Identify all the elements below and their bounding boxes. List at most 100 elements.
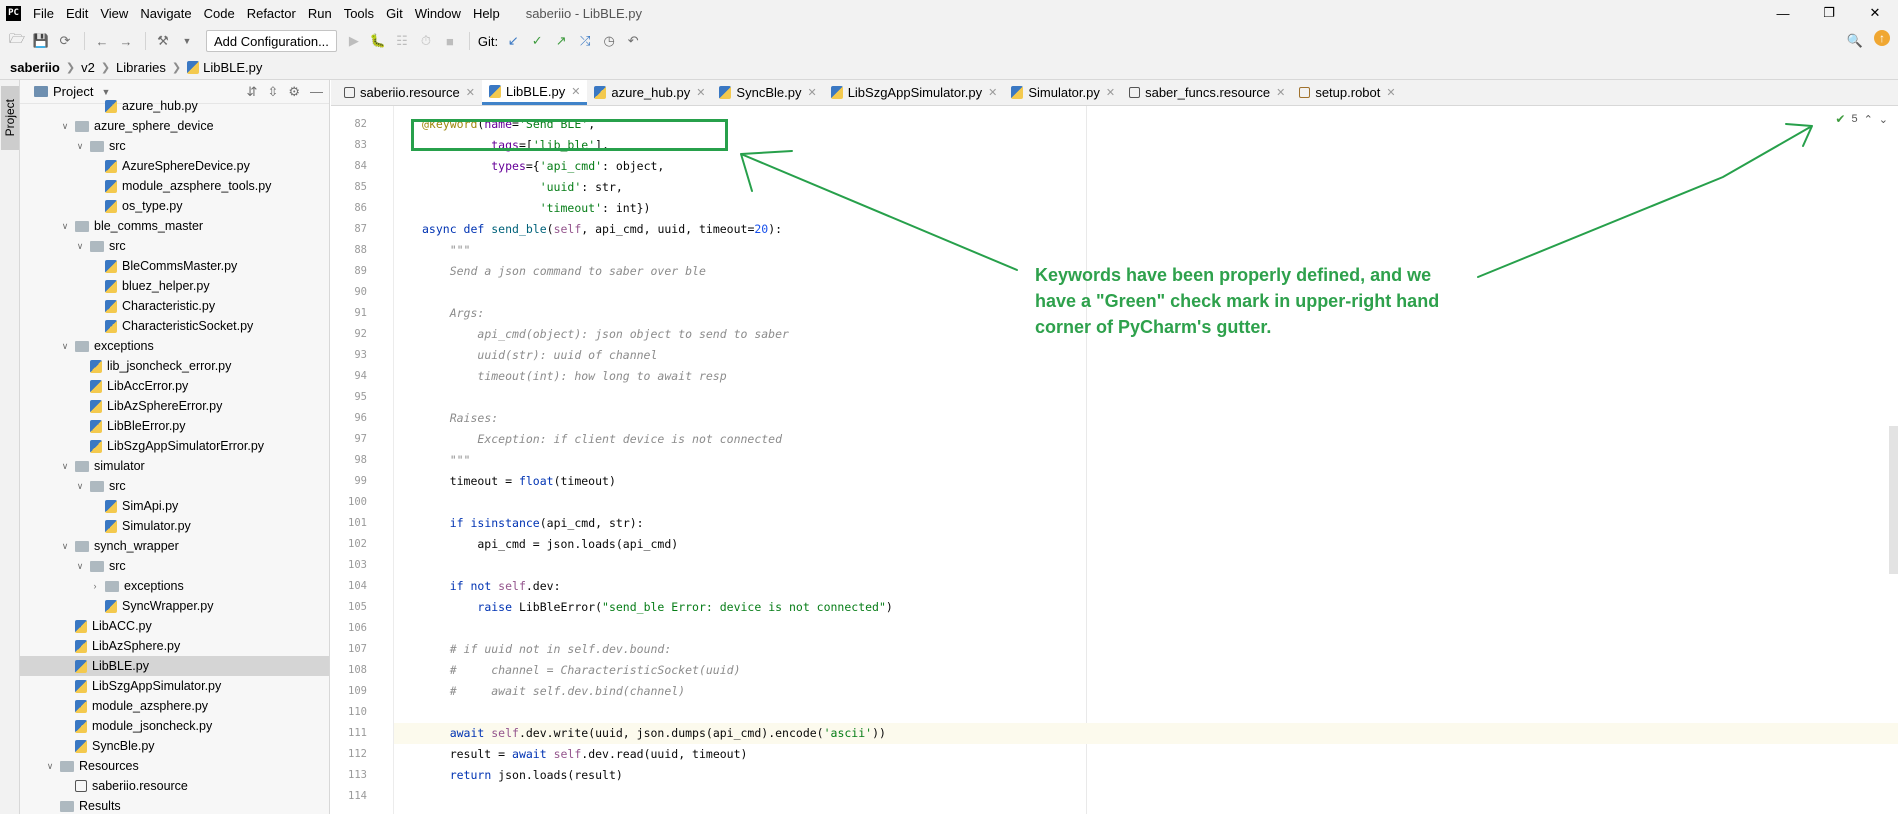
close-tab-icon[interactable]: ✕ (696, 86, 705, 99)
tree-file[interactable]: Characteristic.py (20, 296, 329, 316)
tree-file[interactable]: LibAzSphere.py (20, 636, 329, 656)
tree-file[interactable]: module_azsphere_tools.py (20, 176, 329, 196)
code-line[interactable]: # channel = CharacteristicSocket(uuid) (394, 660, 1898, 681)
code-line[interactable] (394, 702, 1898, 723)
code-line[interactable] (394, 387, 1898, 408)
menu-tools[interactable]: Tools (338, 6, 380, 21)
vertical-scrollbar[interactable] (1889, 426, 1898, 574)
coverage-icon[interactable]: ☷ (391, 30, 413, 52)
editor-tab[interactable]: azure_hub.py ✕ (587, 80, 712, 105)
code-line[interactable]: # if uuid not in self.dev.bound: (394, 639, 1898, 660)
tree-file[interactable]: SyncBle.py (20, 736, 329, 756)
close-tab-icon[interactable]: ✕ (988, 86, 997, 99)
code-line[interactable] (394, 618, 1898, 639)
ide-update-icon[interactable]: ↑ (1874, 30, 1890, 46)
code-area[interactable]: @keyword(name='Send BLE', tags=['lib_ble… (394, 106, 1898, 814)
menu-view[interactable]: View (94, 6, 134, 21)
breadcrumb-folder-v2[interactable]: v2 (81, 60, 95, 75)
code-line[interactable]: api_cmd = json.loads(api_cmd) (394, 534, 1898, 555)
menu-navigate[interactable]: Navigate (134, 6, 197, 21)
tree-file[interactable]: LibACC.py (20, 616, 329, 636)
tree-folder[interactable]: ∨ azure_sphere_device (20, 116, 329, 136)
chevron-down-icon[interactable]: ∨ (74, 241, 86, 252)
code-line[interactable] (394, 786, 1898, 807)
chevron-down-icon[interactable]: ∨ (74, 561, 86, 572)
tree-file[interactable]: bluez_helper.py (20, 276, 329, 296)
tree-file[interactable]: Simulator.py (20, 516, 329, 536)
tree-file[interactable]: CharacteristicSocket.py (20, 316, 329, 336)
tree-folder[interactable]: Results (20, 796, 329, 814)
chevron-down-icon[interactable]: ∨ (59, 221, 71, 232)
code-line[interactable] (394, 555, 1898, 576)
menu-code[interactable]: Code (198, 6, 241, 21)
tree-folder[interactable]: ∨ ble_comms_master (20, 216, 329, 236)
git-commit-icon[interactable]: ✓ (526, 30, 548, 52)
chevron-up-icon[interactable]: ⌃ (1864, 113, 1873, 126)
git-update-icon[interactable]: ↙ (502, 30, 524, 52)
code-line[interactable]: """ (394, 240, 1898, 261)
tree-folder[interactable]: ∨ synch_wrapper (20, 536, 329, 556)
breadcrumb-file[interactable]: LibBLE.py (203, 60, 262, 75)
tree-folder[interactable]: ∨ simulator (20, 456, 329, 476)
tree-file[interactable]: BleCommsMaster.py (20, 256, 329, 276)
editor-tab[interactable]: Simulator.py ✕ (1004, 80, 1122, 105)
build-icon[interactable]: ⚒ (152, 30, 174, 52)
tree-folder[interactable]: ∨ Resources (20, 756, 329, 776)
save-all-icon[interactable]: 💾 (30, 30, 52, 52)
tree-file[interactable]: LibSzgAppSimulatorError.py (20, 436, 329, 456)
code-line[interactable]: timeout = float(timeout) (394, 471, 1898, 492)
editor-tab[interactable]: LibBLE.py ✕ (481, 80, 588, 105)
tree-file[interactable]: LibAzSphereError.py (20, 396, 329, 416)
run-icon[interactable]: ▶ (343, 30, 365, 52)
forward-arrow-icon[interactable]: → (115, 30, 137, 52)
project-tool-window-button[interactable]: Project (1, 86, 19, 150)
git-push-icon[interactable]: ↗ (550, 30, 572, 52)
add-configuration-button[interactable]: Add Configuration... (206, 30, 337, 52)
chevron-down-icon[interactable]: ∨ (44, 761, 56, 772)
breadcrumb-project[interactable]: saberiio (10, 60, 60, 75)
tree-folder[interactable]: ∨ src (20, 136, 329, 156)
tree-file[interactable]: module_jsoncheck.py (20, 716, 329, 736)
menu-git[interactable]: Git (380, 6, 409, 21)
tree-file[interactable]: LibBleError.py (20, 416, 329, 436)
editor-tab[interactable]: setup.robot ✕ (1292, 80, 1402, 105)
code-line[interactable] (394, 106, 1898, 114)
close-tab-icon[interactable]: ✕ (1386, 86, 1395, 99)
tree-file[interactable]: AzureSphereDevice.py (20, 156, 329, 176)
tree-folder[interactable]: ∨ src (20, 236, 329, 256)
code-line[interactable]: raise LibBleError("send_ble Error: devic… (394, 597, 1898, 618)
inspection-widget[interactable]: ✔ 5 ⌃ ⌄ (1835, 112, 1888, 126)
sync-icon[interactable]: ⟳ (54, 30, 76, 52)
menu-file[interactable]: File (27, 6, 60, 21)
menu-edit[interactable]: Edit (60, 6, 94, 21)
tree-folder[interactable]: ∨ src (20, 556, 329, 576)
code-line[interactable] (394, 492, 1898, 513)
code-line[interactable]: await self.dev.write(uuid, json.dumps(ap… (394, 723, 1898, 744)
tree-file[interactable]: SimApi.py (20, 496, 329, 516)
breadcrumb-folder-libraries[interactable]: Libraries (116, 60, 166, 75)
git-rollback-icon[interactable]: ↶ (622, 30, 644, 52)
editor-tab[interactable]: LibSzgAppSimulator.py ✕ (824, 80, 1005, 105)
menu-window[interactable]: Window (409, 6, 467, 21)
tree-file[interactable]: LibAccError.py (20, 376, 329, 396)
code-line[interactable]: uuid(str): uuid of channel (394, 345, 1898, 366)
code-line[interactable]: 'uuid': str, (394, 177, 1898, 198)
code-line[interactable]: return json.loads(result) (394, 765, 1898, 786)
code-line[interactable]: if not self.dev: (394, 576, 1898, 597)
code-editor[interactable]: 81 82 83 84 85 86 87 88 89 90 91 92 93 94 95 96 97 98 99 10… (331, 106, 1898, 814)
git-merge-icon[interactable]: ⤮ (574, 30, 596, 52)
tree-file[interactable]: LibBLE.py (20, 656, 329, 676)
code-line[interactable]: """ (394, 450, 1898, 471)
editor-tab[interactable]: saberiio.resource ✕ (337, 80, 482, 105)
chevron-down-icon[interactable]: ∨ (59, 341, 71, 352)
close-tab-icon[interactable]: ✕ (1276, 86, 1285, 99)
chevron-down-icon[interactable]: ∨ (59, 541, 71, 552)
open-folder-icon[interactable]: 🗁 (6, 30, 28, 52)
tree-file[interactable]: saberiio.resource (20, 776, 329, 796)
menu-refactor[interactable]: Refactor (241, 6, 302, 21)
code-line[interactable]: Raises: (394, 408, 1898, 429)
tree-file[interactable]: LibSzgAppSimulator.py (20, 676, 329, 696)
close-tab-icon[interactable]: ✕ (1106, 86, 1115, 99)
close-tab-icon[interactable]: ✕ (807, 86, 816, 99)
stop-icon[interactable]: ■ (439, 30, 461, 52)
